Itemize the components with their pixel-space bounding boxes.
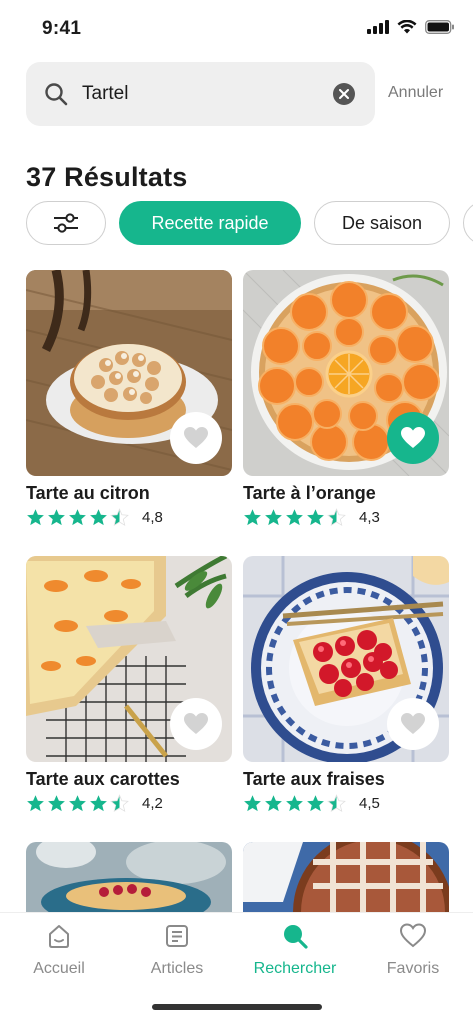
- filter-chips: Recette rapide De saison: [26, 201, 473, 247]
- heart-icon: [399, 923, 427, 948]
- rating-value: 4,2: [142, 795, 163, 812]
- star-icon: [265, 509, 282, 526]
- search-input[interactable]: [82, 76, 322, 112]
- clear-search-button[interactable]: [333, 83, 355, 105]
- close-icon: [339, 89, 349, 99]
- recipe-rating: 4,5: [243, 794, 380, 813]
- chip-label: Recette rapide: [151, 212, 269, 233]
- star-icon: [307, 795, 324, 812]
- chip-more[interactable]: [463, 201, 473, 245]
- filter-settings-button[interactable]: [26, 201, 106, 245]
- search-bar[interactable]: [26, 62, 375, 126]
- status-bar: 9:41: [0, 0, 473, 58]
- chip-de-saison[interactable]: De saison: [314, 201, 450, 245]
- recipe-rating: 4,2: [26, 794, 163, 813]
- chip-label: De saison: [341, 212, 423, 233]
- recipe-card[interactable]: [26, 842, 232, 912]
- star-icon: [27, 509, 44, 526]
- home-icon: [49, 925, 69, 948]
- recipe-title: Tarte aux carottes: [26, 769, 180, 789]
- star-icon: [110, 508, 129, 527]
- recipe-card[interactable]: [243, 842, 449, 912]
- heart-icon: [401, 427, 425, 448]
- heart-icon: [184, 427, 208, 448]
- recipe-rating: 4,8: [26, 508, 163, 527]
- favorite-button[interactable]: [170, 698, 222, 750]
- recipe-image: [26, 842, 232, 912]
- star-rating: [243, 508, 348, 527]
- heart-icon: [184, 713, 208, 734]
- star-icon: [110, 794, 129, 813]
- chip-recette-rapide[interactable]: Recette rapide: [119, 201, 301, 245]
- star-rating: [26, 794, 131, 813]
- star-icon: [244, 509, 261, 526]
- sliders-icon: [54, 213, 78, 233]
- heart-icon: [401, 713, 425, 734]
- star-icon: [90, 509, 107, 526]
- star-icon: [48, 795, 65, 812]
- star-icon: [90, 795, 107, 812]
- tab-label: Rechercher: [253, 960, 337, 977]
- star-icon: [286, 795, 303, 812]
- star-icon: [327, 508, 346, 527]
- tab-favoris[interactable]: Favoris: [354, 923, 472, 978]
- results-title: 37 Résultats: [26, 162, 188, 192]
- status-time: 9:41: [42, 18, 82, 39]
- wifi-icon: [397, 20, 417, 34]
- tab-articles[interactable]: Articles: [118, 923, 236, 978]
- signal-icon: [367, 20, 389, 34]
- star-icon: [327, 794, 346, 813]
- search-icon: [284, 925, 308, 949]
- recipe-title: Tarte à l’orange: [243, 483, 376, 503]
- star-icon: [244, 795, 261, 812]
- status-icons: [367, 20, 455, 34]
- star-icon: [69, 509, 86, 526]
- articles-icon: [166, 925, 188, 947]
- star-icon: [48, 509, 65, 526]
- favorite-button[interactable]: [387, 698, 439, 750]
- favorite-button[interactable]: [387, 412, 439, 464]
- tab-label: Articles: [150, 960, 204, 977]
- rating-value: 4,5: [359, 795, 380, 812]
- favorite-button[interactable]: [170, 412, 222, 464]
- tab-rechercher[interactable]: Rechercher: [236, 923, 354, 978]
- cancel-button[interactable]: Annuler: [388, 84, 443, 102]
- recipe-rating: 4,3: [243, 508, 380, 527]
- recipe-image: [243, 842, 449, 912]
- battery-icon: [425, 20, 454, 34]
- star-rating: [243, 794, 348, 813]
- rating-value: 4,3: [359, 509, 380, 526]
- star-icon: [307, 509, 324, 526]
- star-icon: [286, 509, 303, 526]
- tab-accueil[interactable]: Accueil: [0, 923, 118, 978]
- star-rating: [26, 508, 131, 527]
- rating-value: 4,8: [142, 509, 163, 526]
- search-icon: [45, 83, 68, 106]
- recipe-title: Tarte au citron: [26, 483, 150, 503]
- home-indicator: [152, 1004, 322, 1010]
- tab-label: Accueil: [33, 960, 85, 977]
- star-icon: [265, 795, 282, 812]
- tab-label: Favoris: [386, 960, 440, 977]
- star-icon: [69, 795, 86, 812]
- star-icon: [27, 795, 44, 812]
- recipe-title: Tarte aux fraises: [243, 769, 385, 789]
